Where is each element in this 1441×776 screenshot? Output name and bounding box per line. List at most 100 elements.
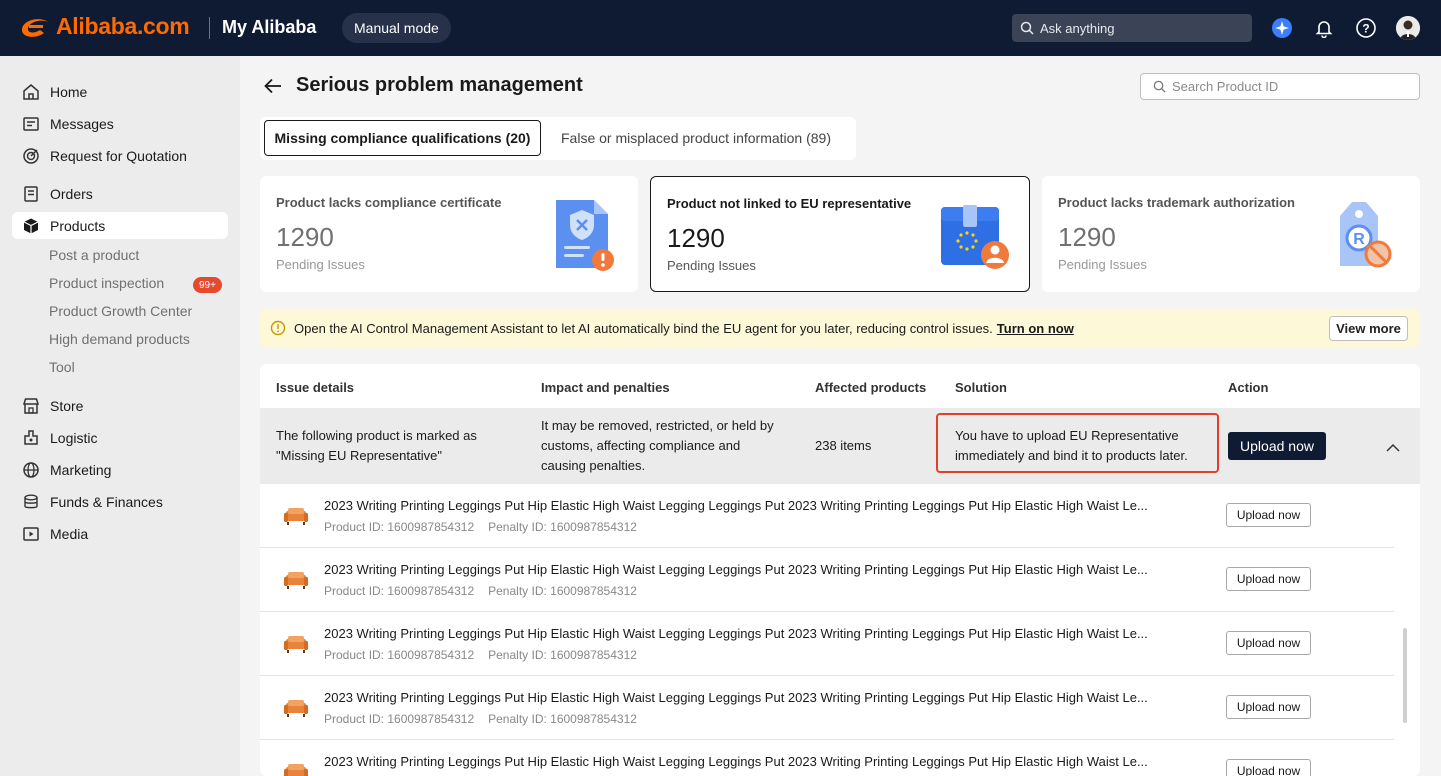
avatar[interactable]: [1396, 16, 1420, 40]
play-icon: [23, 526, 39, 541]
card-count: 1290: [276, 222, 334, 252]
sidebar-item-label: Marketing: [50, 461, 112, 478]
card-eu-representative[interactable]: Product not linked to EU representative …: [650, 176, 1030, 292]
product-id: Product ID: 1600987854312: [324, 584, 475, 598]
product-id: Product ID: 1600987854312: [324, 712, 475, 726]
back-arrow-icon[interactable]: [263, 76, 283, 101]
sidebar-item-marketing[interactable]: Marketing: [12, 456, 228, 483]
card-trademark-authorization[interactable]: Product lacks trademark authorization 12…: [1042, 176, 1420, 292]
table-row: 2023 Writing Printing Leggings Put Hip E…: [260, 484, 1394, 548]
product-meta: Product ID: 1600987854312 Penalty ID: 160…: [324, 648, 637, 662]
sidebar-subitem-tool[interactable]: Tool: [49, 357, 75, 377]
scrollbar-thumb[interactable]: [1403, 628, 1407, 723]
sidebar-item-label: Media: [50, 525, 89, 542]
header-issue-details: Issue details: [276, 380, 355, 395]
affected-count: 238 items: [815, 438, 872, 453]
product-title[interactable]: 2023 Writing Printing Leggings Put Hip E…: [324, 626, 1200, 641]
upload-now-button[interactable]: Upload now: [1226, 695, 1311, 719]
product-title[interactable]: 2023 Writing Printing Leggings Put Hip E…: [324, 690, 1200, 705]
table-row: 2023 Writing Printing Leggings Put Hip E…: [260, 612, 1394, 676]
issue-impact-line: It may be removed, restricted, or held b…: [541, 418, 774, 433]
sidebar-item-funds[interactable]: Funds & Finances: [12, 488, 228, 515]
sidebar-subitem-growth-center[interactable]: Product Growth Center: [49, 301, 192, 321]
sidebar-item-store[interactable]: Store: [12, 392, 228, 419]
message-icon: [23, 116, 39, 131]
chevron-up-icon[interactable]: [1386, 440, 1400, 458]
store-icon: [22, 397, 40, 414]
issue-table: Issue details Impact and penalties Affec…: [260, 364, 1420, 776]
brand-name: Alibaba.com: [56, 13, 190, 39]
sidebar-item-messages[interactable]: Messages: [12, 110, 228, 137]
product-id: Product ID: 1600987854312: [324, 520, 475, 534]
penalty-id: Penalty ID: 1600987854312: [488, 712, 637, 726]
warning-circle-icon: [270, 320, 286, 336]
sidebar-item-label: Store: [50, 397, 84, 414]
stack-icon: [24, 494, 38, 508]
target-icon: [23, 147, 39, 164]
ask-anything-input[interactable]: Ask anything: [1012, 14, 1252, 42]
box-icon: [23, 218, 39, 233]
brand-divider: [209, 17, 210, 39]
penalty-id: Penalty ID: 1600987854312: [488, 648, 637, 662]
alibaba-logo-icon: [22, 18, 48, 37]
svg-text:?: ?: [1362, 22, 1369, 36]
sidebar-item-media[interactable]: Media: [12, 520, 228, 547]
sidebar-item-logistic[interactable]: Logistic: [12, 424, 228, 451]
sidebar-item-orders[interactable]: Orders: [12, 180, 228, 207]
upload-now-button[interactable]: Upload now: [1226, 503, 1311, 527]
sidebar-subitem-high-demand[interactable]: High demand products: [49, 329, 190, 349]
issue-solution-line: You have to upload EU Representative: [955, 428, 1179, 443]
view-more-button[interactable]: View more: [1329, 316, 1408, 341]
sidebar-item-products[interactable]: Products: [12, 212, 228, 239]
table-row: 2023 Writing Printing Leggings Put Hip E…: [260, 740, 1394, 776]
sidebar-subitem-product-inspection[interactable]: Product inspection: [49, 273, 164, 293]
table-row: 2023 Writing Printing Leggings Put Hip E…: [260, 676, 1394, 740]
tab-missing-compliance[interactable]: Missing compliance qualifications (20): [264, 120, 541, 156]
truck-icon: [24, 429, 38, 445]
tab-false-information[interactable]: False or misplaced product information (…: [561, 120, 831, 156]
trademark-tag-icon: R: [1332, 194, 1404, 274]
ai-assistant-banner: Open the AI Control Management Assistant…: [260, 309, 1420, 347]
sidebar-item-home[interactable]: Home: [12, 78, 228, 105]
help-icon[interactable]: ?: [1354, 16, 1378, 40]
turn-on-now-link[interactable]: Turn on now: [997, 321, 1074, 336]
upload-now-button[interactable]: Upload now: [1226, 631, 1311, 655]
search-icon: [1153, 80, 1166, 93]
product-meta: Product ID: 1600987854312 Penalty ID: 160…: [324, 712, 637, 726]
product-title[interactable]: 2023 Writing Printing Leggings Put Hip E…: [324, 498, 1200, 513]
product-id-search-input[interactable]: Search Product ID: [1140, 73, 1420, 100]
card-subtitle: Pending Issues: [667, 258, 756, 273]
sidebar-item-label: Request for Quotation: [50, 147, 187, 164]
home-icon: [23, 83, 39, 100]
header-solution: Solution: [955, 380, 1007, 395]
orders-icon: [24, 185, 38, 202]
search-icon: [1020, 21, 1034, 35]
product-title[interactable]: 2023 Writing Printing Leggings Put Hip E…: [324, 562, 1200, 577]
section-title[interactable]: My Alibaba: [222, 17, 316, 38]
sofa-thumbnail-icon: [284, 697, 308, 724]
card-compliance-certificate[interactable]: Product lacks compliance certificate 129…: [260, 176, 638, 292]
upload-now-button[interactable]: Upload now: [1226, 567, 1311, 591]
sidebar-item-label: Products: [50, 217, 106, 234]
manual-mode-button[interactable]: Manual mode: [342, 13, 451, 43]
card-subtitle: Pending Issues: [1058, 257, 1147, 272]
card-title: Product lacks compliance certificate: [276, 195, 502, 210]
card-title: Product lacks trademark authorization: [1058, 195, 1295, 210]
bell-icon[interactable]: [1312, 16, 1336, 40]
sidebar-item-label: Logistic: [50, 429, 98, 446]
globe-icon: [23, 461, 39, 478]
sofa-thumbnail-icon: [284, 505, 308, 532]
issue-impact: It may be removed, restricted, or held b…: [541, 416, 774, 476]
upload-now-primary-button[interactable]: Upload now: [1228, 432, 1326, 460]
upload-now-button[interactable]: Upload now: [1226, 759, 1311, 776]
sidebar-item-rfq[interactable]: Request for Quotation: [12, 142, 228, 169]
alibaba-logo[interactable]: Alibaba.com: [18, 13, 190, 40]
product-id: Product ID: 1600987854312: [324, 648, 475, 662]
ai-assistant-icon[interactable]: [1270, 16, 1294, 40]
sidebar-subitem-post-product[interactable]: Post a product: [49, 245, 139, 265]
card-count: 1290: [667, 223, 725, 253]
page-title: Serious problem management: [296, 74, 583, 96]
product-title[interactable]: 2023 Writing Printing Leggings Put Hip E…: [324, 754, 1200, 769]
issue-tabs: Missing compliance qualifications (20) F…: [260, 117, 856, 160]
product-meta: Product ID: 1600987854312 Penalty ID: 160…: [324, 584, 637, 598]
